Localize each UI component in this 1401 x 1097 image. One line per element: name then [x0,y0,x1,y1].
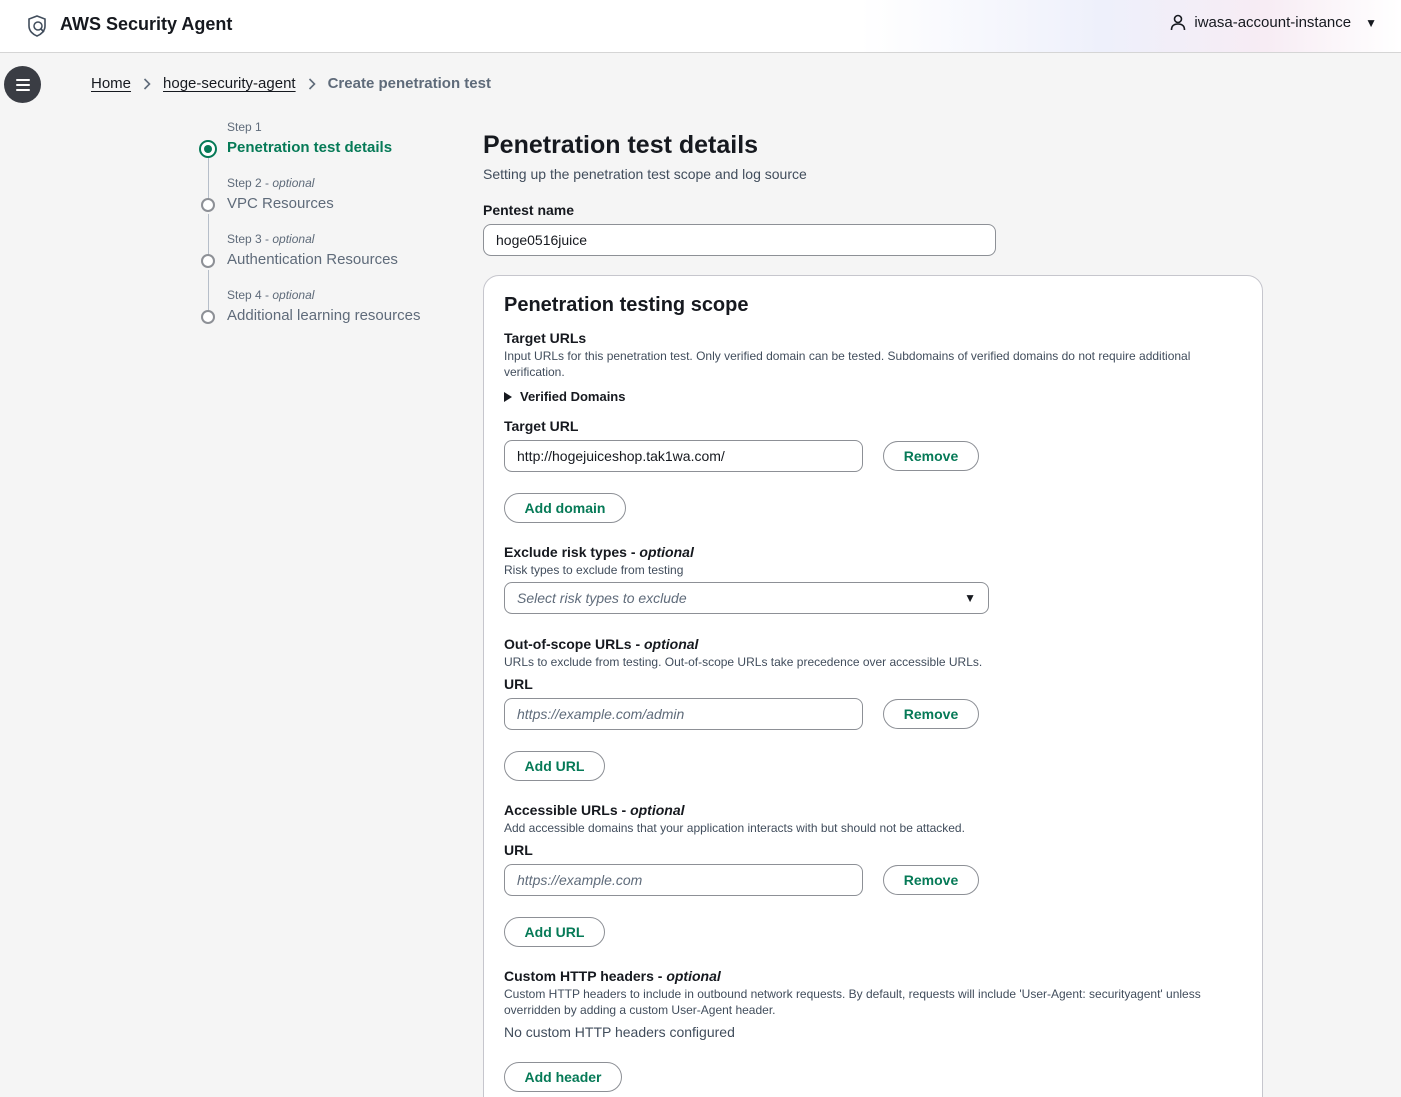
target-url-label: Target URL [504,418,579,434]
step-label: Additional learning resources [227,307,421,324]
remove-target-url-button[interactable]: Remove [883,441,979,471]
step-number: Step 4 - optional [227,288,315,302]
custom-http-headers-description: Custom HTTP headers to include in outbou… [504,987,1201,1017]
custom-http-headers-empty: No custom HTTP headers configured [504,1024,735,1040]
step-indicator-icon [201,310,215,324]
pentest-name-input[interactable]: hoge0516juice [483,224,996,256]
scope-title: Penetration testing scope [504,294,749,316]
custom-http-headers-title: Custom HTTP headers - optional [504,968,721,984]
page-title: Penetration test details [483,131,759,159]
breadcrumb-home-link[interactable]: Home [91,75,131,92]
wizard-steps: Step 1 Penetration test details Step 2 -… [199,118,460,342]
add-domain-button[interactable]: Add domain [504,493,626,523]
user-icon [1171,14,1186,31]
target-url-input[interactable]: http://hogejuiceshop.tak1wa.com/ [504,440,863,472]
exclude-risk-types-description: Risk types to exclude from testing [504,563,684,577]
step-active-indicator-icon [199,140,217,158]
breadcrumb-agent-link[interactable]: hoge-security-agent [163,75,296,92]
account-menu[interactable]: iwasa-account-instance ▼ [1170,14,1377,31]
step-label: Penetration test details [227,139,393,156]
step-indicator-icon [201,254,215,268]
remove-accessible-url-button[interactable]: Remove [883,865,979,895]
add-accessible-url-button[interactable]: Add URL [504,917,605,947]
caret-down-icon: ▼ [964,591,976,605]
out-of-scope-urls-title: Out-of-scope URLs - optional [504,636,699,652]
caret-down-icon: ▼ [1365,15,1377,30]
step-number: Step 3 - optional [227,232,315,246]
shield-logo-icon [28,15,46,37]
top-navigation: AWS Security Agent iwasa-account-instanc… [0,0,1401,53]
step-label: Authentication Resources [227,251,398,268]
breadcrumb: Home hoge-security-agent Create penetrat… [91,75,491,92]
add-out-of-scope-url-button[interactable]: Add URL [504,751,605,781]
target-urls-description: Input URLs for this penetration test. On… [504,349,1191,379]
accessible-urls-title: Accessible URLs - optional [504,802,685,818]
caret-right-icon [504,391,512,402]
page-subtitle: Setting up the penetration test scope an… [483,166,807,182]
step-2[interactable]: Step 2 - optional VPC Resources [200,174,460,256]
menu-icon [15,78,30,91]
verified-domains-label: Verified Domains [520,389,626,404]
step-number: Step 2 - optional [227,176,315,190]
pentest-name-label: Pentest name [483,202,575,218]
out-of-scope-url-input[interactable]: https://example.com/admin [504,698,863,730]
accessible-url-label: URL [504,842,533,858]
exclude-risk-types-select[interactable]: Select risk types to exclude ▼ [504,582,989,614]
step-1[interactable]: Step 1 Penetration test details [199,118,460,200]
account-name: iwasa-account-instance [1194,14,1352,31]
out-of-scope-url-label: URL [504,676,533,692]
chevron-right-icon [143,77,151,90]
add-header-button[interactable]: Add header [504,1062,622,1092]
select-placeholder: Select risk types to exclude [517,590,687,606]
main-content: Penetration test details Setting up the … [483,130,1263,256]
step-4[interactable]: Step 4 - optional Additional learning re… [200,286,460,342]
menu-toggle-button[interactable] [4,66,41,103]
target-urls-title: Target URLs [504,330,587,346]
breadcrumb-current: Create penetration test [327,75,491,92]
remove-out-of-scope-url-button[interactable]: Remove [883,699,979,729]
step-label: VPC Resources [227,195,334,212]
accessible-url-input[interactable]: https://example.com [504,864,863,896]
scope-panel: Penetration testing scope Target URLs In… [483,275,1263,1097]
accessible-urls-description: Add accessible domains that your applica… [504,821,965,835]
app-title: AWS Security Agent [60,14,233,34]
out-of-scope-urls-description: URLs to exclude from testing. Out-of-sco… [504,655,983,669]
step-3[interactable]: Step 3 - optional Authentication Resourc… [200,230,460,312]
verified-domains-expander[interactable]: Verified Domains [504,389,625,404]
step-indicator-icon [201,198,215,212]
exclude-risk-types-title: Exclude risk types - optional [504,544,694,560]
step-number: Step 1 [227,120,262,134]
chevron-right-icon [308,77,316,90]
